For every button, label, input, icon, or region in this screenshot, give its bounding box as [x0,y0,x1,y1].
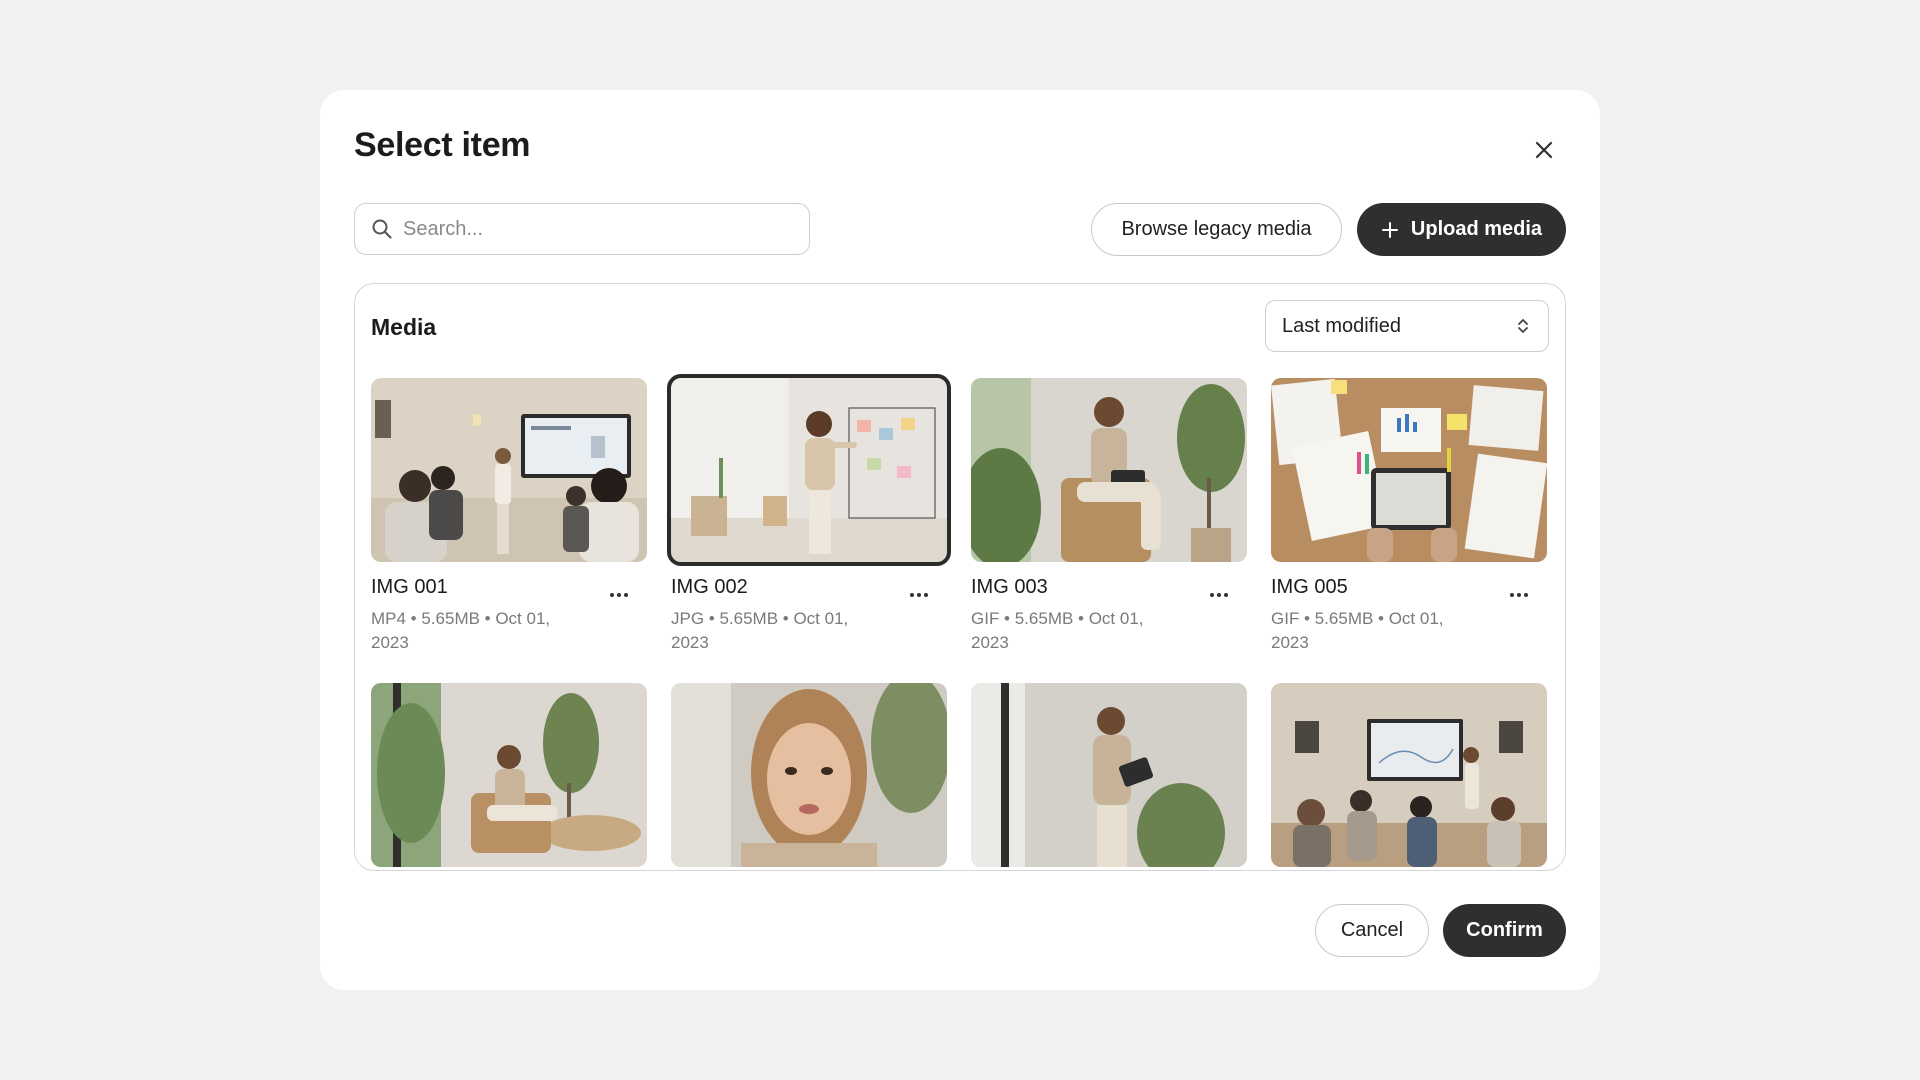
media-thumbnail[interactable] [667,374,951,566]
media-card[interactable]: IMG 002 JPG • 5.65MB • Oct 01, 2023 [667,374,951,655]
media-section-title: Media [371,314,437,340]
media-card[interactable] [971,683,1247,867]
search-icon [372,219,392,239]
media-grid: IMG 001 MP4 • 5.65MB • Oct 01, 2023 IMG … [371,374,1549,867]
close-button[interactable] [1526,132,1562,168]
sort-selected-value: Last modified [1282,314,1401,337]
media-meta: GIF • 5.65MB • Oct 01, 2023 [971,609,1144,652]
more-icon [910,593,928,597]
media-meta: GIF • 5.65MB • Oct 01, 2023 [1271,609,1444,652]
close-icon [1535,141,1553,159]
browse-legacy-media-button[interactable]: Browse legacy media [1091,203,1342,256]
media-panel: Media Last modified IMG 001 MP4 • 5.65MB… [354,283,1566,871]
media-card[interactable]: IMG 003 GIF • 5.65MB • Oct 01, 2023 [971,378,1247,655]
search-field[interactable] [354,203,810,255]
media-thumbnail[interactable] [671,683,947,867]
more-options-button[interactable] [1205,586,1233,604]
media-card[interactable]: IMG 005 GIF • 5.65MB • Oct 01, 2023 [1271,378,1547,655]
dialog-title: Select item [354,126,531,164]
more-icon [610,593,628,597]
more-icon [1210,593,1228,597]
media-card[interactable] [671,683,947,867]
chevron-up-down-icon [1518,319,1528,333]
media-thumbnail[interactable] [371,378,647,562]
media-thumbnail[interactable] [971,683,1247,867]
media-meta: MP4 • 5.65MB • Oct 01, 2023 [371,609,551,652]
media-card[interactable] [1271,683,1547,867]
search-input[interactable] [403,217,783,241]
cancel-button[interactable]: Cancel [1315,904,1429,957]
select-item-dialog: Select item Browse legacy media Upload m… [320,90,1600,990]
plus-icon [1381,221,1399,239]
more-icon [1510,593,1528,597]
more-options-button[interactable] [605,586,633,604]
media-thumbnail[interactable] [1271,683,1547,867]
media-meta: JPG • 5.65MB • Oct 01, 2023 [671,609,849,652]
media-thumbnail[interactable] [371,683,647,867]
confirm-button[interactable]: Confirm [1443,904,1566,957]
media-thumbnail[interactable] [971,378,1247,562]
more-options-button[interactable] [1505,586,1533,604]
upload-media-button[interactable]: Upload media [1357,203,1566,256]
sort-select[interactable]: Last modified [1265,300,1549,352]
media-card[interactable]: IMG 001 MP4 • 5.65MB • Oct 01, 2023 [371,378,647,655]
upload-media-label: Upload media [1410,218,1543,240]
more-options-button[interactable] [905,586,933,604]
media-card[interactable] [371,683,647,867]
media-thumbnail[interactable] [1271,378,1547,562]
